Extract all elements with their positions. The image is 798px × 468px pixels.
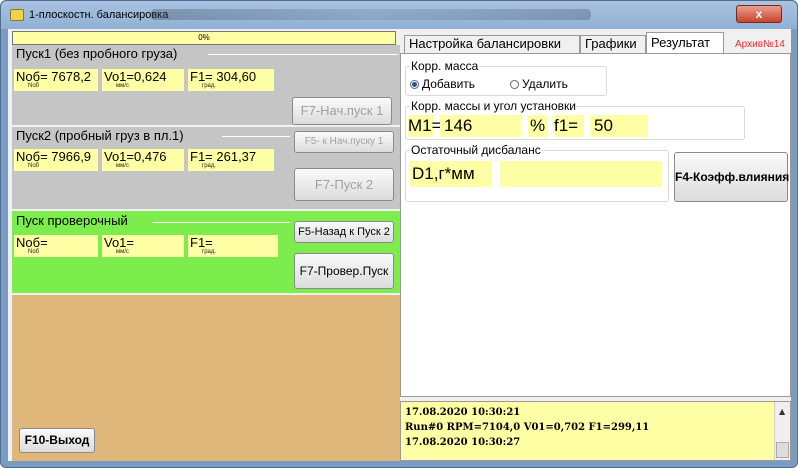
- empty-area: F10-Выход: [12, 295, 400, 461]
- m1-label: M1=: [408, 115, 442, 137]
- log-scrollbar[interactable]: ▲: [774, 402, 790, 460]
- scroll-up-icon[interactable]: ▲: [779, 404, 785, 419]
- run2-f-value: F1= 261,37 град.: [188, 149, 274, 171]
- radio-selected-icon: [410, 80, 419, 89]
- radio-remove-label: Удалить: [522, 77, 568, 91]
- f-label: F1=: [190, 235, 213, 250]
- check-nob-value: Nоб= Nоб: [14, 235, 98, 257]
- client-area: 0% Пуск1 (без пробного груза) Nоб= 7678,…: [8, 29, 791, 461]
- log-line: 17.08.2020 10:30:21: [405, 407, 521, 418]
- close-button[interactable]: x: [736, 5, 782, 23]
- nob-label: Nоб= 7678,2: [16, 69, 92, 84]
- nob-unit: Nоб: [28, 249, 40, 255]
- title-bar[interactable]: 1-плоскостн. балансировка x: [1, 1, 797, 29]
- mass-angle-group: Корр. массы и угол установки M1= 146 % f…: [405, 99, 745, 140]
- vo-label: Vo1=: [104, 235, 135, 250]
- vo-label: Vo1=0,476: [104, 149, 167, 164]
- f-label: F1= 261,37: [190, 149, 257, 164]
- residual-group-label: Остаточный дисбаланс: [410, 143, 542, 157]
- residual-label: D1,г*мм: [410, 161, 492, 187]
- residual-group: Остаточный дисбаланс D1,г*мм: [405, 143, 669, 202]
- run1-section: Пуск1 (без пробного груза) Nоб= 7678,2 N…: [12, 45, 400, 125]
- start-run1-button[interactable]: F7-Нач.пуск 1: [292, 97, 392, 125]
- check-f-value: F1= град.: [188, 235, 278, 257]
- f1-value: 50: [590, 115, 648, 137]
- mass-angle-group-label: Корр. массы и угол установки: [410, 99, 577, 113]
- nob-unit: Nоб: [28, 83, 40, 89]
- run2-vo-value: Vo1=0,476 мм/с: [102, 149, 184, 171]
- nob-label: Nоб=: [16, 235, 48, 250]
- f-label: F1= 304,60: [190, 69, 257, 84]
- check-run-title: Пуск проверочный: [16, 213, 128, 228]
- divider: [208, 54, 398, 55]
- run1-vo-value: Vo1=0,624 мм/с: [102, 69, 184, 91]
- radio-remove[interactable]: Удалить: [510, 77, 568, 91]
- back-to-run2-button[interactable]: F5-Назад к Пуск 2: [294, 221, 394, 243]
- run2-title: Пуск2 (пробный груз в пл.1): [16, 128, 184, 143]
- start-run2-button[interactable]: F7-Пуск 2: [294, 168, 394, 201]
- divider: [222, 136, 290, 137]
- result-panel: Корр. масса Добавить Удалить Корр. массы…: [400, 53, 791, 397]
- run1-title: Пуск1 (без пробного груза): [16, 46, 178, 61]
- scroll-thumb[interactable]: [776, 442, 789, 458]
- check-vo-value: Vo1= мм/с: [102, 235, 184, 257]
- influence-coef-button[interactable]: F4-Коэфф.влияния: [674, 152, 789, 202]
- log-line: 17.08.2020 10:30:27: [405, 437, 521, 448]
- start-check-run-button[interactable]: F7-Провер.Пуск: [294, 253, 394, 289]
- run1-nob-value: Nоб= 7678,2 Nоб: [14, 69, 98, 91]
- app-window: 1-плоскостн. балансировка x 0% Пуск1 (бе…: [0, 0, 798, 468]
- exit-button[interactable]: F10-Выход: [19, 428, 95, 453]
- run1-f-value: F1= 304,60 град.: [188, 69, 274, 91]
- nob-label: Nоб= 7966,9: [16, 149, 92, 164]
- tab-result[interactable]: Результат: [646, 32, 724, 54]
- archive-label[interactable]: Архив№14: [735, 39, 785, 50]
- event-log[interactable]: 17.08.2020 10:30:21 Run#0 RPM=7104,0 V01…: [400, 401, 791, 461]
- tab-charts[interactable]: Графики: [580, 35, 646, 53]
- f-unit: град.: [202, 163, 217, 169]
- mass-group: Корр. масса Добавить Удалить: [405, 59, 607, 96]
- f1-label: f1=: [554, 115, 584, 137]
- nob-unit: Nоб: [28, 163, 40, 169]
- tab-balancing-settings[interactable]: Настройка балансировки: [404, 35, 580, 53]
- percent-label: %: [528, 115, 548, 137]
- app-icon: [10, 9, 24, 21]
- vo-unit: мм/с: [116, 83, 129, 89]
- tab-bar: Настройка балансировки Графики Результат…: [400, 31, 791, 54]
- progress-bar: 0%: [12, 31, 396, 45]
- blurred-title-area: [151, 9, 591, 20]
- back-to-run1-button[interactable]: F5- к Нач.пуску 1: [294, 131, 394, 153]
- divider: [152, 222, 290, 223]
- vo-label: Vo1=0,624: [104, 69, 167, 84]
- check-run-section: Пуск проверочный Nоб= Nоб Vo1= мм/с F1= …: [12, 211, 400, 293]
- run2-section: Пуск2 (пробный груз в пл.1) Nоб= 7966,9 …: [12, 127, 400, 209]
- log-line: Run#0 RPM=7104,0 V01=0,702 F1=299,11: [405, 422, 650, 433]
- vo-unit: мм/с: [116, 163, 129, 169]
- vo-unit: мм/с: [116, 249, 129, 255]
- mass-group-label: Корр. масса: [410, 59, 480, 73]
- run2-nob-value: Nоб= 7966,9 Nоб: [14, 149, 98, 171]
- radio-add-label: Добавить: [422, 77, 476, 91]
- residual-value: [500, 161, 662, 187]
- radio-add[interactable]: Добавить: [410, 77, 475, 91]
- f-unit: град.: [202, 249, 217, 255]
- f-unit: град.: [202, 83, 217, 89]
- m1-value: 146: [440, 115, 522, 137]
- window-title: 1-плоскостн. балансировка: [29, 9, 169, 21]
- radio-unselected-icon: [510, 80, 519, 89]
